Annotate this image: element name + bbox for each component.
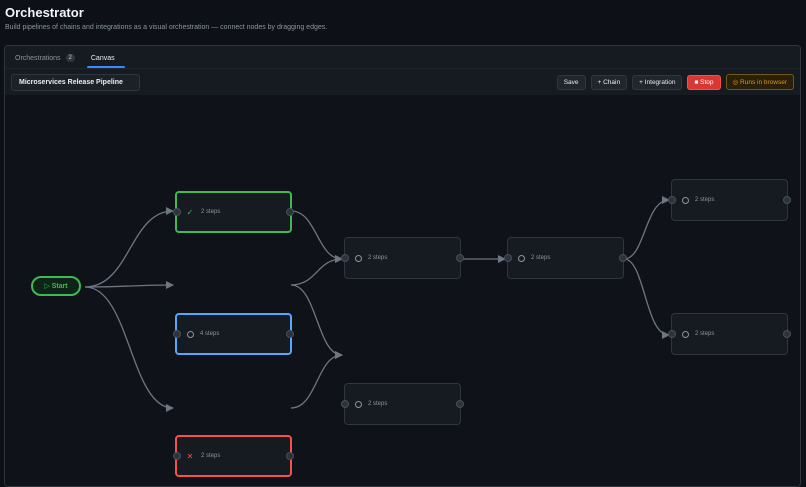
tab-canvas[interactable]: Canvas xyxy=(86,55,125,68)
output-port[interactable] xyxy=(783,196,791,204)
output-port[interactable] xyxy=(783,330,791,338)
ring-icon xyxy=(682,330,689,338)
orchestrations-count-badge: 2 xyxy=(65,54,75,62)
tab-bar: Orchestrations 2 Canvas xyxy=(5,46,800,69)
ring-icon xyxy=(187,330,194,338)
edges-layer xyxy=(84,196,670,412)
orchestrator-panel: Orchestrations 2 Canvas Microservices Re… xyxy=(4,45,801,487)
page-header: Orchestrator Build pipelines of chains a… xyxy=(5,5,327,31)
input-port[interactable] xyxy=(668,196,676,204)
node-steps: 2 steps xyxy=(368,255,388,261)
chain-node-2[interactable]: 4 steps xyxy=(173,313,294,355)
chain-node-7[interactable]: 2 steps xyxy=(668,179,791,221)
tab-orchestrations-label: Orchestrations xyxy=(15,54,61,62)
input-port[interactable] xyxy=(668,330,676,338)
chain-node-4[interactable]: 2 steps xyxy=(341,237,464,279)
edge-start-n3[interactable] xyxy=(84,286,174,412)
ring-icon xyxy=(355,400,362,408)
node-steps: 2 steps xyxy=(695,331,715,337)
add-integration-button[interactable]: + Integration xyxy=(632,74,683,90)
output-port[interactable] xyxy=(286,330,294,338)
chain-node-8[interactable]: 2 steps xyxy=(668,313,791,355)
page-title: Orchestrator xyxy=(5,5,84,20)
edge-n2-n4[interactable] xyxy=(290,255,343,286)
node-steps: 2 steps xyxy=(531,255,551,261)
tab-canvas-label: Canvas xyxy=(90,55,115,62)
ring-icon xyxy=(518,254,525,262)
output-port[interactable] xyxy=(619,254,627,262)
input-port[interactable] xyxy=(341,254,349,262)
input-port[interactable] xyxy=(341,400,349,408)
edge-start-n2[interactable] xyxy=(84,281,174,290)
x-icon: ✕ xyxy=(186,451,194,461)
chain-node-3[interactable]: ✕ 2 steps xyxy=(173,435,294,477)
stop-button[interactable]: ■ Stop xyxy=(687,74,721,90)
node-steps: 2 steps xyxy=(201,209,221,215)
add-chain-button[interactable]: + Chain xyxy=(590,74,628,90)
pipeline-name-field[interactable]: Microservices Release Pipeline xyxy=(11,73,140,91)
ring-icon xyxy=(355,254,362,262)
node-steps: 2 steps xyxy=(695,197,715,203)
edge-n5-n8[interactable] xyxy=(623,258,670,339)
node-steps: 2 steps xyxy=(201,453,221,459)
edge-n2-n6[interactable] xyxy=(290,284,343,359)
edge-n1-n4[interactable] xyxy=(290,210,343,263)
tab-orchestrations[interactable]: Orchestrations 2 xyxy=(13,54,81,68)
input-port[interactable] xyxy=(173,452,181,460)
output-port[interactable] xyxy=(286,208,294,216)
runs-in-browser-badge: ◎ Runs in browser xyxy=(725,74,794,90)
canvas-toolbar: Microservices Release Pipeline Save + Ch… xyxy=(5,69,800,96)
start-node[interactable]: ▷ Start xyxy=(31,276,81,296)
output-port[interactable] xyxy=(456,254,464,262)
node-steps: 2 steps xyxy=(368,401,388,407)
chain-node-5[interactable]: 2 steps xyxy=(504,237,627,279)
ring-icon xyxy=(682,196,689,204)
chain-node-6[interactable]: 2 steps xyxy=(341,383,464,425)
input-port[interactable] xyxy=(173,208,181,216)
chain-node-1[interactable]: ✓ 2 steps xyxy=(173,191,294,233)
output-port[interactable] xyxy=(286,452,294,460)
save-button[interactable]: Save xyxy=(556,74,586,90)
pipeline-canvas[interactable]: ▷ Start ✓ 2 steps 4 steps ✕ 2 steps 2 st… xyxy=(5,95,800,486)
input-port[interactable] xyxy=(504,254,512,262)
edge-start-n1[interactable] xyxy=(84,207,174,288)
check-icon: ✓ xyxy=(186,207,194,217)
input-port[interactable] xyxy=(173,330,181,338)
page-subtitle: Build pipelines of chains and integratio… xyxy=(5,24,328,31)
edge-n5-n7[interactable] xyxy=(623,196,670,260)
output-port[interactable] xyxy=(456,400,464,408)
node-steps: 4 steps xyxy=(200,331,220,337)
edge-n3-n6[interactable] xyxy=(290,351,343,409)
